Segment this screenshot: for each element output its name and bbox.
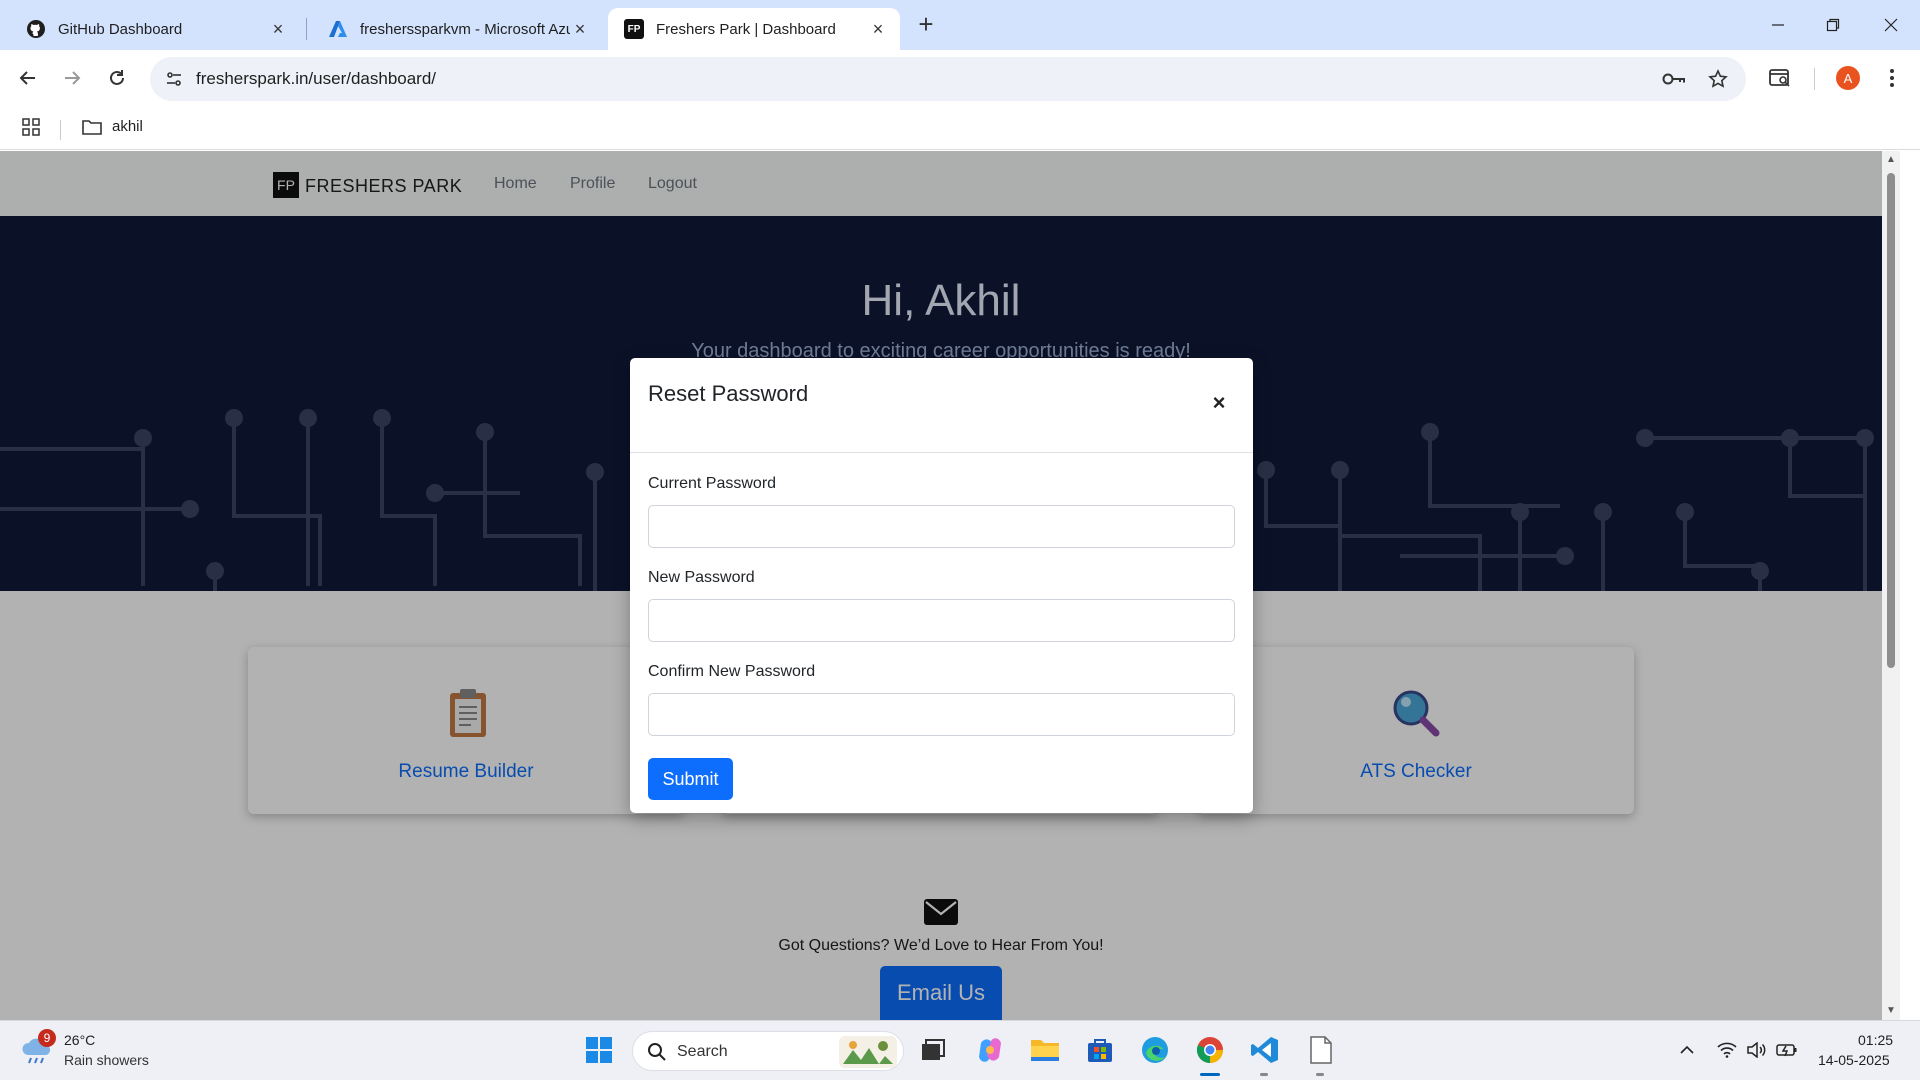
address-bar[interactable]: fresherspark.in/user/dashboard/ [150, 57, 1746, 101]
weather-temperature[interactable]: 26°C [64, 1032, 95, 1048]
page-viewport: FP FRESHERS PARK Home Profile Logout Hi,… [0, 151, 1882, 1020]
vscode-icon [1251, 1037, 1278, 1063]
close-window-button[interactable] [1871, 8, 1911, 42]
battery-status[interactable] [1770, 1033, 1804, 1067]
tab-label: fresherssparkvm - Microsoft Azu [360, 20, 570, 38]
start-button[interactable] [582, 1033, 616, 1067]
arrow-right-icon [65, 71, 81, 85]
clock-date[interactable]: 14-05-2025 [1818, 1052, 1890, 1068]
restore-button[interactable] [1813, 8, 1853, 42]
fp-favicon-icon: FP [624, 19, 644, 39]
browser-tabstrip: GitHub Dashboard × fresherssparkvm - Mic… [0, 0, 1920, 50]
bookmarks-bar: akhil [0, 108, 1920, 150]
close-icon[interactable]: × [868, 19, 888, 39]
copilot-icon [979, 1038, 1001, 1062]
forward-button[interactable] [56, 62, 88, 94]
notepad-running-indicator [1316, 1073, 1324, 1076]
back-button[interactable] [12, 62, 44, 94]
close-icon[interactable]: × [268, 19, 288, 39]
confirm-password-input[interactable] [648, 693, 1235, 736]
folder-icon [82, 119, 102, 135]
scroll-up-arrow-icon[interactable]: ▲ [1886, 155, 1896, 165]
task-view-icon [922, 1039, 945, 1060]
key-icon[interactable] [1662, 67, 1686, 91]
github-icon [26, 19, 46, 39]
clock-time[interactable]: 01:25 [1858, 1032, 1893, 1048]
tab-freshers-park-dashboard[interactable]: FP Freshers Park | Dashboard × [608, 8, 900, 50]
edge-browser-icon [1142, 1037, 1168, 1063]
site-info-icon[interactable] [162, 67, 186, 91]
windows-taskbar: 9 26°C Rain showers Search 01:25 14-05-2… [0, 1020, 1920, 1080]
current-password-input[interactable] [648, 505, 1235, 548]
minimize-button[interactable] [1758, 8, 1798, 42]
search-highlight-illustration-icon [839, 1036, 897, 1068]
apps-grid-icon [22, 118, 40, 136]
menu-button[interactable] [1876, 62, 1908, 94]
more-vertical-icon [1890, 69, 1894, 87]
volume-status[interactable] [1740, 1033, 1774, 1067]
vscode-running-indicator [1260, 1073, 1268, 1076]
document-icon [1310, 1036, 1332, 1064]
tab-search-icon [1769, 69, 1790, 87]
battery-charging-icon [1776, 1044, 1797, 1057]
chrome-button[interactable] [1193, 1033, 1227, 1067]
profile-avatar[interactable]: A [1836, 66, 1860, 90]
page-scrollbar[interactable]: ▲ ▼ [1882, 151, 1900, 1020]
reload-icon [110, 70, 124, 85]
search-icon [648, 1043, 666, 1061]
scrollbar-thumb[interactable] [1887, 173, 1895, 668]
chevron-up-icon [1680, 1045, 1694, 1054]
new-tab-button[interactable]: + [913, 11, 939, 38]
chrome-active-indicator [1200, 1073, 1220, 1076]
url-text[interactable]: fresherspark.in/user/dashboard/ [196, 69, 436, 89]
submit-button[interactable]: Submit [648, 758, 733, 800]
store-icon [1088, 1039, 1112, 1062]
edge-button[interactable] [1138, 1033, 1172, 1067]
copilot-button[interactable] [973, 1033, 1007, 1067]
azure-icon [328, 19, 348, 39]
folder-icon [1031, 1040, 1059, 1061]
tab-label: GitHub Dashboard [58, 20, 183, 38]
bookmark-folder-akhil[interactable]: akhil [82, 118, 143, 135]
wifi-icon [1717, 1042, 1737, 1058]
bookmarks-divider [60, 120, 61, 140]
toolbar-divider [1814, 68, 1815, 90]
current-password-label: Current Password [648, 475, 777, 492]
reload-button[interactable] [101, 62, 133, 94]
notepad-button[interactable] [1304, 1033, 1338, 1067]
show-hidden-icons-button[interactable] [1670, 1033, 1704, 1067]
search-label: Search [677, 1043, 728, 1060]
new-password-label: New Password [648, 569, 755, 586]
modal-title: Reset Password [648, 381, 809, 406]
bookmark-label: akhil [112, 118, 143, 135]
modal-header: Reset Password × [630, 358, 1253, 453]
scroll-down-arrow-icon[interactable]: ▼ [1886, 1006, 1896, 1016]
file-explorer-button[interactable] [1028, 1033, 1062, 1067]
wifi-status[interactable] [1710, 1033, 1744, 1067]
tab-label: Freshers Park | Dashboard [656, 20, 836, 38]
search-tabs-button[interactable] [1764, 62, 1796, 94]
tab-github-dashboard[interactable]: GitHub Dashboard × [10, 8, 300, 50]
apps-button[interactable] [22, 118, 40, 136]
windows-logo-icon [586, 1037, 612, 1063]
task-view-button[interactable] [916, 1033, 950, 1067]
tab-azure[interactable]: fresherssparkvm - Microsoft Azu × [312, 8, 602, 50]
chrome-browser-icon [1196, 1037, 1223, 1064]
arrow-left-icon [19, 71, 35, 85]
close-icon[interactable]: × [570, 19, 590, 39]
reset-password-modal: Reset Password × Current Password New Pa… [630, 358, 1253, 813]
microsoft-store-button[interactable] [1083, 1033, 1117, 1067]
bookmark-star-icon[interactable] [1706, 67, 1730, 91]
tab-divider [306, 18, 307, 40]
weather-notification-badge: 9 [38, 1029, 56, 1047]
new-password-input[interactable] [648, 599, 1235, 642]
taskbar-search-box[interactable]: Search [632, 1031, 904, 1071]
confirm-password-label: Confirm New Password [648, 663, 816, 680]
vscode-button[interactable] [1248, 1033, 1282, 1067]
speaker-icon [1747, 1042, 1766, 1058]
weather-description[interactable]: Rain showers [64, 1052, 149, 1068]
browser-toolbar: fresherspark.in/user/dashboard/ A [0, 50, 1920, 108]
close-icon[interactable]: × [1208, 392, 1230, 415]
